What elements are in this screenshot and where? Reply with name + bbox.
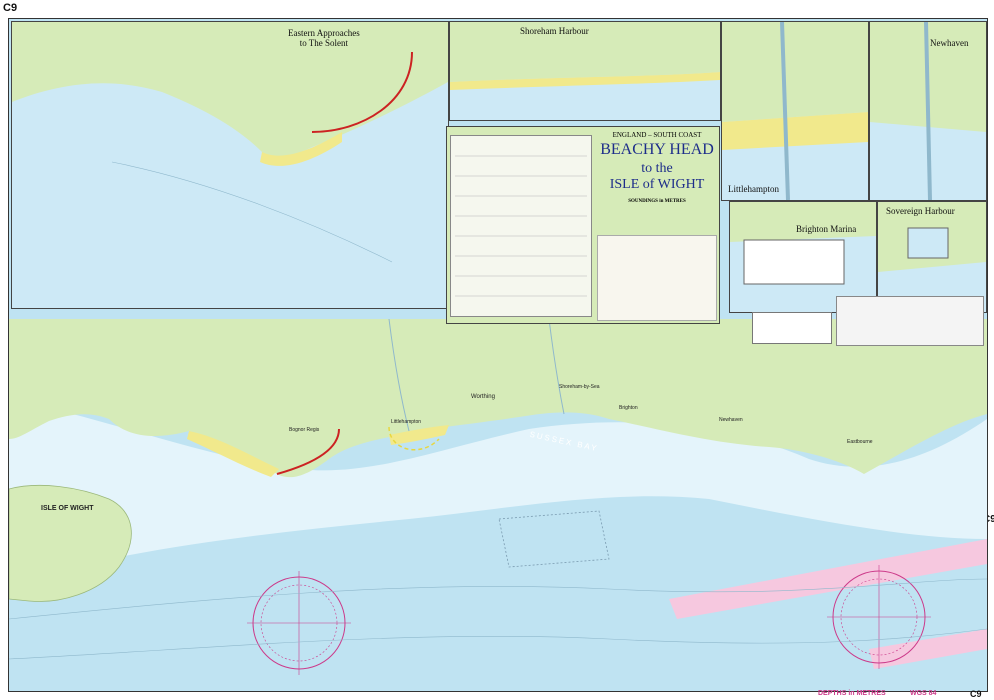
inset-title-newhaven: Newhaven bbox=[930, 38, 969, 48]
title-panel: ENGLAND – SOUTH COAST BEACHY HEAD to the… bbox=[446, 126, 720, 324]
title-line1: BEACHY HEAD bbox=[600, 141, 714, 158]
inset-solent-contour bbox=[111, 161, 393, 263]
inset-littlehampton-map bbox=[722, 22, 868, 200]
inset-newhaven-map bbox=[870, 22, 986, 200]
isle-of-wight-land bbox=[9, 485, 132, 602]
label-eastbourne: Eastbourne bbox=[847, 439, 873, 445]
footer-sheet-id: C9 bbox=[970, 689, 982, 699]
tidal-streams-table bbox=[450, 135, 592, 317]
inset-eastern-approaches-solent[interactable]: Eastern Approaches to The Solent bbox=[11, 21, 449, 309]
label-bognor-regis: Bognor Regis bbox=[289, 427, 320, 433]
inset-brighton-land bbox=[730, 202, 876, 242]
label-brighton: Brighton bbox=[619, 405, 638, 411]
footer-datum: WGS 84 bbox=[910, 690, 937, 697]
compass-rose-west bbox=[247, 571, 351, 675]
inset-title-solent: Eastern Approaches to The Solent bbox=[288, 28, 360, 48]
inset-solent-map bbox=[12, 22, 448, 263]
traffic-separation-lane bbox=[669, 539, 987, 619]
label-littlehampton: Littlehampton bbox=[391, 419, 422, 425]
inset-newhaven[interactable]: Newhaven bbox=[869, 21, 987, 201]
depth-contour-2 bbox=[9, 628, 987, 660]
inset-title-littlehampton: Littlehampton bbox=[728, 184, 779, 194]
inset-shoreham-map bbox=[450, 22, 720, 90]
inset-sovereign-basin bbox=[907, 227, 949, 259]
tidal-table-grid bbox=[455, 155, 587, 297]
label-worthing: Worthing bbox=[471, 394, 495, 400]
inset-title-shoreham: Shoreham Harbour bbox=[520, 26, 589, 36]
legend-box bbox=[752, 312, 832, 344]
notes-box bbox=[597, 235, 717, 321]
inset-littlehampton[interactable]: Littlehampton bbox=[721, 21, 869, 201]
chart-frame[interactable]: ISLE OF WIGHT Worthing Shoreham-by-Sea L… bbox=[8, 18, 988, 692]
title-line3: ISLE of WIGHT bbox=[609, 177, 705, 192]
footer-depths: DEPTHS in METRES bbox=[818, 690, 886, 697]
sheet-id-top-left: C9 bbox=[3, 2, 18, 14]
label-newhaven: Newhaven bbox=[719, 417, 743, 423]
inset-shoreham-harbour[interactable]: Shoreham Harbour bbox=[449, 21, 721, 121]
inset-littlehampton-land bbox=[722, 22, 868, 122]
title-region: ENGLAND – SOUTH COAST bbox=[612, 131, 702, 139]
inset-solent-land bbox=[12, 22, 448, 158]
notes-table-box bbox=[836, 296, 984, 346]
chart-sheet: C9 C9 bbox=[0, 0, 994, 700]
inset-brighton-marina-basin bbox=[743, 239, 845, 285]
inset-title-sovereign: Sovereign Harbour bbox=[886, 206, 955, 216]
title-line2: to the bbox=[641, 161, 673, 176]
label-shoreham-by-sea: Shoreham-by-Sea bbox=[559, 384, 600, 390]
inset-title-brighton: Brighton Marina bbox=[796, 224, 857, 234]
label-isle-of-wight: ISLE OF WIGHT bbox=[41, 505, 94, 512]
title-soundings: SOUNDINGS in METRES bbox=[628, 199, 686, 204]
wind-farm-area bbox=[498, 510, 610, 568]
traffic-separation-lane-2 bbox=[869, 629, 987, 669]
footer-bar: DEPTHS in METRES WGS 84 C9 bbox=[8, 689, 986, 700]
